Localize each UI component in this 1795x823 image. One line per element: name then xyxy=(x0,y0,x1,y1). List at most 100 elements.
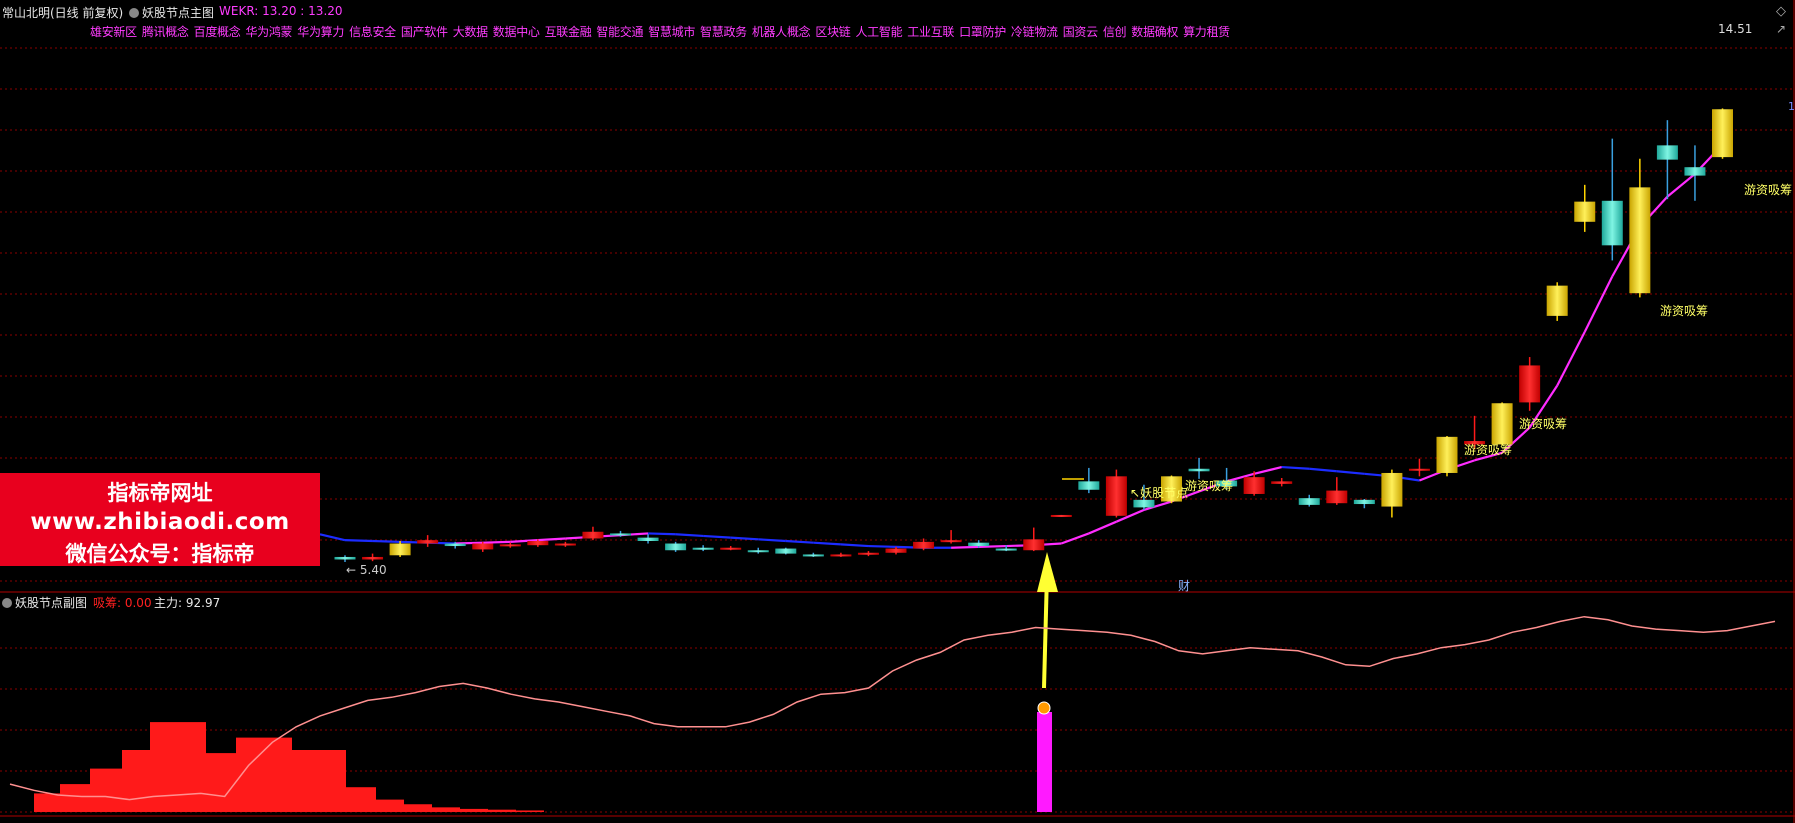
ma-line-segment xyxy=(1336,470,1365,475)
candle-body xyxy=(610,533,631,536)
candle-body xyxy=(775,548,797,554)
candle-body xyxy=(1519,365,1541,403)
ma-line-segment xyxy=(1281,465,1310,470)
xichou-value: 吸筹: 0.00 xyxy=(93,596,152,610)
concept-tag[interactable]: 华为鸿蒙 xyxy=(245,25,292,39)
concept-tag[interactable]: 区块链 xyxy=(815,25,850,39)
concept-tag[interactable]: 大数据 xyxy=(453,25,488,39)
xichou-bar xyxy=(90,768,124,812)
xichou-bar xyxy=(292,750,346,812)
candle-body xyxy=(1353,499,1375,505)
price-readout: 14.51 xyxy=(1718,22,1753,36)
ma-line-segment xyxy=(1253,466,1282,475)
candle-body xyxy=(472,543,494,550)
ma-line-segment xyxy=(868,544,897,548)
concept-tag[interactable]: 国资云 xyxy=(1063,25,1098,39)
candle-body xyxy=(417,540,439,544)
signal-label: 游资吸筹 xyxy=(1464,443,1513,457)
xichou-bar xyxy=(60,784,90,812)
cai-label: 财 xyxy=(1178,579,1191,593)
candle-body xyxy=(665,543,687,551)
candle-body xyxy=(857,552,879,555)
candle-body xyxy=(334,556,356,560)
collapse-icon[interactable] xyxy=(129,8,139,18)
xichou-bar xyxy=(404,804,432,812)
signal-label: 游资吸筹 xyxy=(1660,304,1709,318)
candle-body xyxy=(1684,167,1706,176)
concept-tag[interactable]: 信创 xyxy=(1103,25,1127,39)
concept-tag[interactable]: 数据确权 xyxy=(1131,25,1178,39)
signal-marker xyxy=(1037,701,1051,715)
banner-line-1: 指标帝网址 xyxy=(107,481,213,505)
xichou-bar xyxy=(206,753,236,812)
ma-line-segment xyxy=(1556,331,1586,387)
xichou-bar xyxy=(432,807,460,812)
concept-tag[interactable]: 冷链物流 xyxy=(1011,25,1058,39)
ma-line-segment xyxy=(344,539,373,543)
ma-line-segment xyxy=(1060,532,1090,545)
concept-tag[interactable]: 互联金融 xyxy=(545,25,592,39)
candle-body xyxy=(1078,481,1100,490)
chart-stage xyxy=(0,0,1795,823)
main-indicator-name: 妖股节点主图 xyxy=(142,6,215,20)
stock-title: 常山北明(日线 前复权) xyxy=(2,6,124,20)
candle-body xyxy=(1601,200,1623,246)
xichou-bar xyxy=(346,787,376,812)
candle-body xyxy=(499,544,521,547)
ma-line-segment xyxy=(951,545,979,549)
candle-body xyxy=(940,540,962,543)
concept-tag[interactable]: 人工智能 xyxy=(855,25,902,39)
low-price-label: ← 5.40 xyxy=(346,563,387,577)
signal-bar xyxy=(1037,712,1052,812)
ma-line-segment xyxy=(482,540,511,544)
candle-body xyxy=(1271,481,1293,484)
right-edge-label: 1 xyxy=(1788,100,1795,113)
xichou-bar xyxy=(236,737,292,812)
main-indicator-title[interactable]: 妖股节点主图 xyxy=(129,4,214,21)
candle-body xyxy=(747,550,769,553)
diamond-icon[interactable]: ◇ xyxy=(1776,4,1786,19)
candle-body xyxy=(1105,476,1127,516)
sub-indicator-title[interactable]: 妖股节点副图 xyxy=(2,594,87,611)
concept-tag[interactable]: 数据中心 xyxy=(493,25,540,39)
ma-line-segment xyxy=(675,533,704,538)
candle-body xyxy=(1656,145,1678,160)
concept-tag[interactable]: 智慧城市 xyxy=(648,25,695,39)
concept-tag[interactable]: 华为算力 xyxy=(297,25,344,39)
candle-body xyxy=(1629,187,1651,294)
xichou-bar xyxy=(376,799,404,812)
candle-body xyxy=(1298,498,1320,505)
ma-line-segment xyxy=(319,533,346,542)
candle-body xyxy=(802,554,824,557)
concept-tag[interactable]: 智慧政务 xyxy=(700,25,747,39)
concept-tags: 雄安新区 腾讯概念 百度概念 华为鸿蒙 华为算力 信息安全 国产软件 大数据 数据中心 互联金融智… xyxy=(90,23,1235,40)
ma-line-segment xyxy=(813,541,841,546)
concept-tag[interactable]: 算力租赁 xyxy=(1183,25,1230,39)
concept-tag[interactable]: 百度概念 xyxy=(194,25,241,39)
concept-tag[interactable]: 信息安全 xyxy=(349,25,396,39)
collapse-icon[interactable] xyxy=(2,598,12,608)
ma-line-segment xyxy=(785,539,814,544)
candle-body xyxy=(1023,539,1045,551)
candle-body xyxy=(692,547,714,550)
arrow-icon[interactable]: ↗ xyxy=(1776,22,1786,36)
concept-tag[interactable]: 工业互联 xyxy=(907,25,954,39)
concept-tag[interactable]: 雄安新区 xyxy=(90,25,137,39)
xichou-bar xyxy=(488,809,516,812)
concept-tag[interactable]: 口罩防护 xyxy=(959,25,1006,39)
candle-body xyxy=(720,547,742,550)
concept-tag[interactable]: 机器人概念 xyxy=(752,25,811,39)
candle-body xyxy=(582,531,604,539)
wekr-value: WEKR: 13.20 : 13.20 xyxy=(219,4,343,18)
ma-line-segment xyxy=(1309,467,1337,473)
xichou-bar xyxy=(122,750,152,812)
signal-label: 游资吸筹 xyxy=(1519,417,1568,431)
concept-tag[interactable]: 国产软件 xyxy=(401,25,448,39)
candle-body xyxy=(637,537,659,541)
candle-body xyxy=(527,541,549,546)
concept-tag[interactable]: 腾讯概念 xyxy=(142,25,189,39)
ma-line-segment xyxy=(372,539,401,543)
candle-body xyxy=(1050,514,1072,517)
concept-tag[interactable]: 智能交通 xyxy=(596,25,643,39)
ma-line-segment xyxy=(730,536,759,541)
